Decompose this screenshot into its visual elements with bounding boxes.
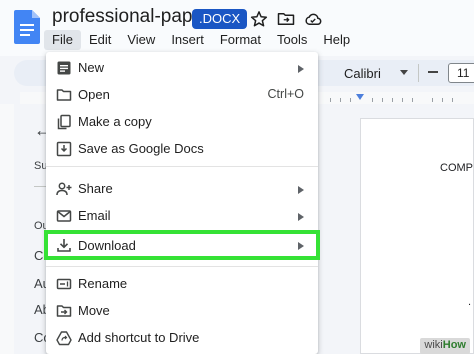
submenu-arrow-icon <box>298 242 304 250</box>
watermark-wiki: wiki <box>424 339 443 351</box>
menu-help[interactable]: Help <box>315 30 358 50</box>
ruler-tick <box>392 98 393 102</box>
drive-shortcut-icon <box>56 331 72 346</box>
document-title[interactable]: professional-paper <box>52 6 209 28</box>
google-docs-logo-icon[interactable] <box>14 10 40 44</box>
new-document-icon <box>57 61 71 75</box>
menu-edit[interactable]: Edit <box>81 30 119 50</box>
file-menu-item-label: Rename <box>78 276 128 291</box>
menu-tools[interactable]: Tools <box>269 30 315 50</box>
save-as-icon <box>56 141 72 157</box>
file-menu-rename[interactable]: Rename <box>46 272 318 298</box>
file-menu-open[interactable]: Open Ctrl+O <box>46 83 318 109</box>
font-family-select[interactable]: Calibri <box>344 66 381 81</box>
star-icon[interactable] <box>250 10 268 28</box>
submenu-arrow-icon <box>298 65 304 73</box>
ruler-tick <box>350 98 351 102</box>
toolbar-divider <box>418 64 419 82</box>
submenu-arrow-icon <box>298 213 304 221</box>
app-header: professional-paper .DOCX File Edit View … <box>0 0 474 56</box>
document-text: COMP <box>440 162 473 174</box>
folder-open-icon <box>56 89 72 101</box>
file-menu-new[interactable]: New <box>46 56 318 82</box>
ruler-tick <box>372 98 373 102</box>
rename-icon <box>56 278 72 290</box>
file-format-badge: .DOCX <box>192 9 248 29</box>
decrease-font-size-icon[interactable] <box>428 71 438 73</box>
menu-insert[interactable]: Insert <box>163 30 212 50</box>
file-menu-item-label: Save as Google Docs <box>78 141 204 156</box>
file-menu-email[interactable]: Email <box>46 204 318 230</box>
file-menu-item-label: Add shortcut to Drive <box>78 330 200 345</box>
file-menu-add-shortcut-to-drive[interactable]: Add shortcut to Drive <box>46 326 318 352</box>
ruler-tick <box>382 98 383 102</box>
file-menu-item-label: Share <box>78 181 113 196</box>
person-add-icon <box>56 182 72 196</box>
file-menu-item-label: Make a copy <box>78 114 152 129</box>
menu-bar: File Edit View Insert Format Tools Help <box>44 30 358 50</box>
cloud-status-icon[interactable] <box>304 10 322 28</box>
vertical-ruler <box>0 104 14 354</box>
ruler-tick <box>402 98 403 102</box>
menu-divider <box>46 166 318 167</box>
copy-icon <box>57 114 71 130</box>
outline-summary-label: Su <box>34 160 46 172</box>
ruler-tick <box>412 98 413 102</box>
submenu-arrow-icon <box>298 186 304 194</box>
file-menu-share[interactable]: Share <box>46 177 318 203</box>
ruler-tick <box>452 98 453 102</box>
chevron-down-icon[interactable] <box>400 70 408 75</box>
menu-file[interactable]: File <box>44 30 81 50</box>
watermark-how: How <box>442 339 466 351</box>
file-menu-download[interactable]: Download <box>44 230 320 260</box>
document-page[interactable] <box>360 118 474 354</box>
file-menu-item-label: Move <box>78 303 110 318</box>
keyboard-shortcut: Ctrl+O <box>267 87 304 101</box>
menu-divider <box>46 266 318 267</box>
move-icon <box>56 305 72 317</box>
indent-marker[interactable] <box>356 94 364 100</box>
file-menu-item-label: Email <box>78 208 111 223</box>
menu-view[interactable]: View <box>119 30 163 50</box>
wikihow-watermark: wikiHow <box>420 338 470 354</box>
file-menu-item-label: Open <box>78 87 110 102</box>
file-menu-save-as-google-docs[interactable]: Save as Google Docs <box>46 137 318 163</box>
font-size-input[interactable]: 11 <box>448 63 474 83</box>
file-menu-dropdown: New Open Ctrl+O Make a copy Save as Goog… <box>44 52 320 354</box>
download-icon <box>57 239 71 252</box>
ruler-tick <box>340 98 341 102</box>
move-to-folder-icon[interactable] <box>277 10 295 28</box>
file-menu-item-label: Download <box>78 238 136 253</box>
file-menu-make-a-copy[interactable]: Make a copy <box>46 110 318 136</box>
ruler-tick <box>432 98 433 102</box>
document-text-fragment: . <box>468 296 472 308</box>
ruler-tick <box>442 98 443 102</box>
menu-format[interactable]: Format <box>212 30 269 50</box>
file-menu-item-label: New <box>78 60 105 75</box>
ruler-tick <box>330 98 331 102</box>
file-menu-move[interactable]: Move <box>46 299 318 325</box>
mail-icon <box>56 210 72 222</box>
